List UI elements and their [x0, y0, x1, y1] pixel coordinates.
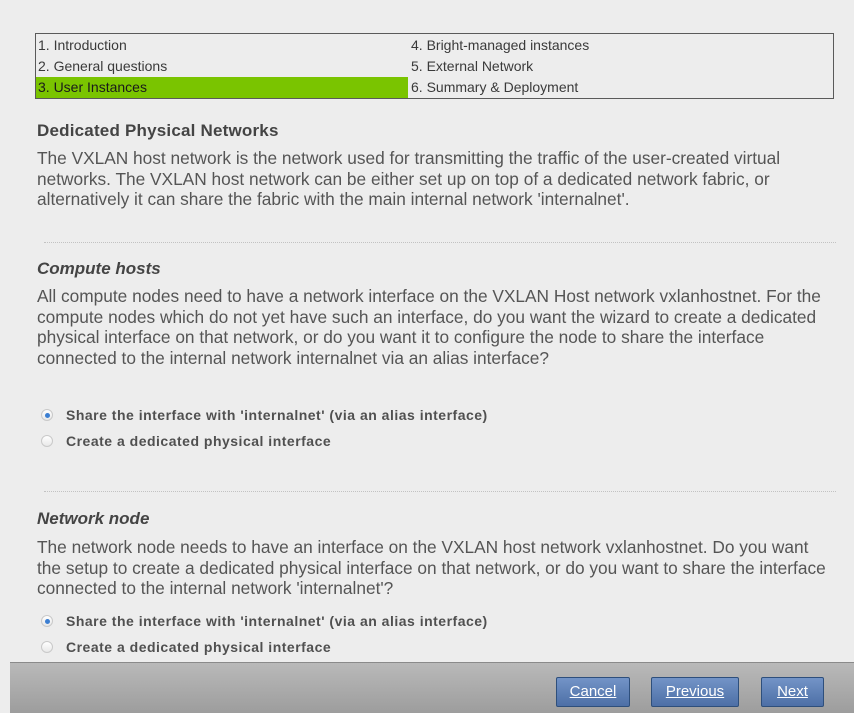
compute-hosts-heading: Compute hosts [37, 259, 161, 278]
compute-share-label: Share the interface with 'internalnet' (… [66, 407, 488, 423]
radio-unchecked-icon[interactable] [41, 641, 53, 653]
intro-text: The VXLAN host network is the network us… [37, 148, 781, 209]
compute-dedicated-label: Create a dedicated physical interface [66, 433, 332, 449]
previous-button[interactable]: Previous [651, 677, 739, 707]
wizard-steps: 1. Introduction 2. General questions 3. … [35, 33, 834, 99]
wizard-content: 1. Introduction 2. General questions 3. … [0, 0, 854, 662]
network-dedicated-label: Create a dedicated physical interface [66, 639, 332, 655]
step-summary-deployment[interactable]: 6. Summary & Deployment [408, 77, 833, 98]
compute-share-option[interactable]: Share the interface with 'internalnet' (… [41, 405, 488, 425]
network-share-label: Share the interface with 'internalnet' (… [66, 613, 488, 629]
left-strip [0, 662, 10, 713]
network-node-heading: Network node [37, 509, 150, 528]
compute-dedicated-option[interactable]: Create a dedicated physical interface [41, 431, 331, 451]
radio-unchecked-icon[interactable] [41, 435, 53, 447]
step-introduction[interactable]: 1. Introduction [36, 35, 408, 56]
radio-checked-icon[interactable] [41, 615, 53, 627]
network-share-option[interactable]: Share the interface with 'internalnet' (… [41, 611, 488, 631]
network-dedicated-option[interactable]: Create a dedicated physical interface [41, 637, 331, 657]
page-title: Dedicated Physical Networks [37, 121, 279, 140]
radio-checked-icon[interactable] [41, 409, 53, 421]
button-bar: Cancel Previous Next [10, 662, 854, 713]
next-button[interactable]: Next [761, 677, 824, 707]
step-bright-managed-instances[interactable]: 4. Bright-managed instances [408, 35, 833, 56]
divider [44, 491, 836, 492]
divider [44, 242, 836, 243]
network-node-text: The network node needs to have an interf… [37, 537, 826, 598]
step-user-instances[interactable]: 3. User Instances [36, 77, 408, 98]
step-external-network[interactable]: 5. External Network [408, 56, 833, 77]
step-general-questions[interactable]: 2. General questions [36, 56, 408, 77]
compute-hosts-text: All compute nodes need to have a network… [37, 286, 821, 368]
cancel-button[interactable]: Cancel [556, 677, 630, 707]
